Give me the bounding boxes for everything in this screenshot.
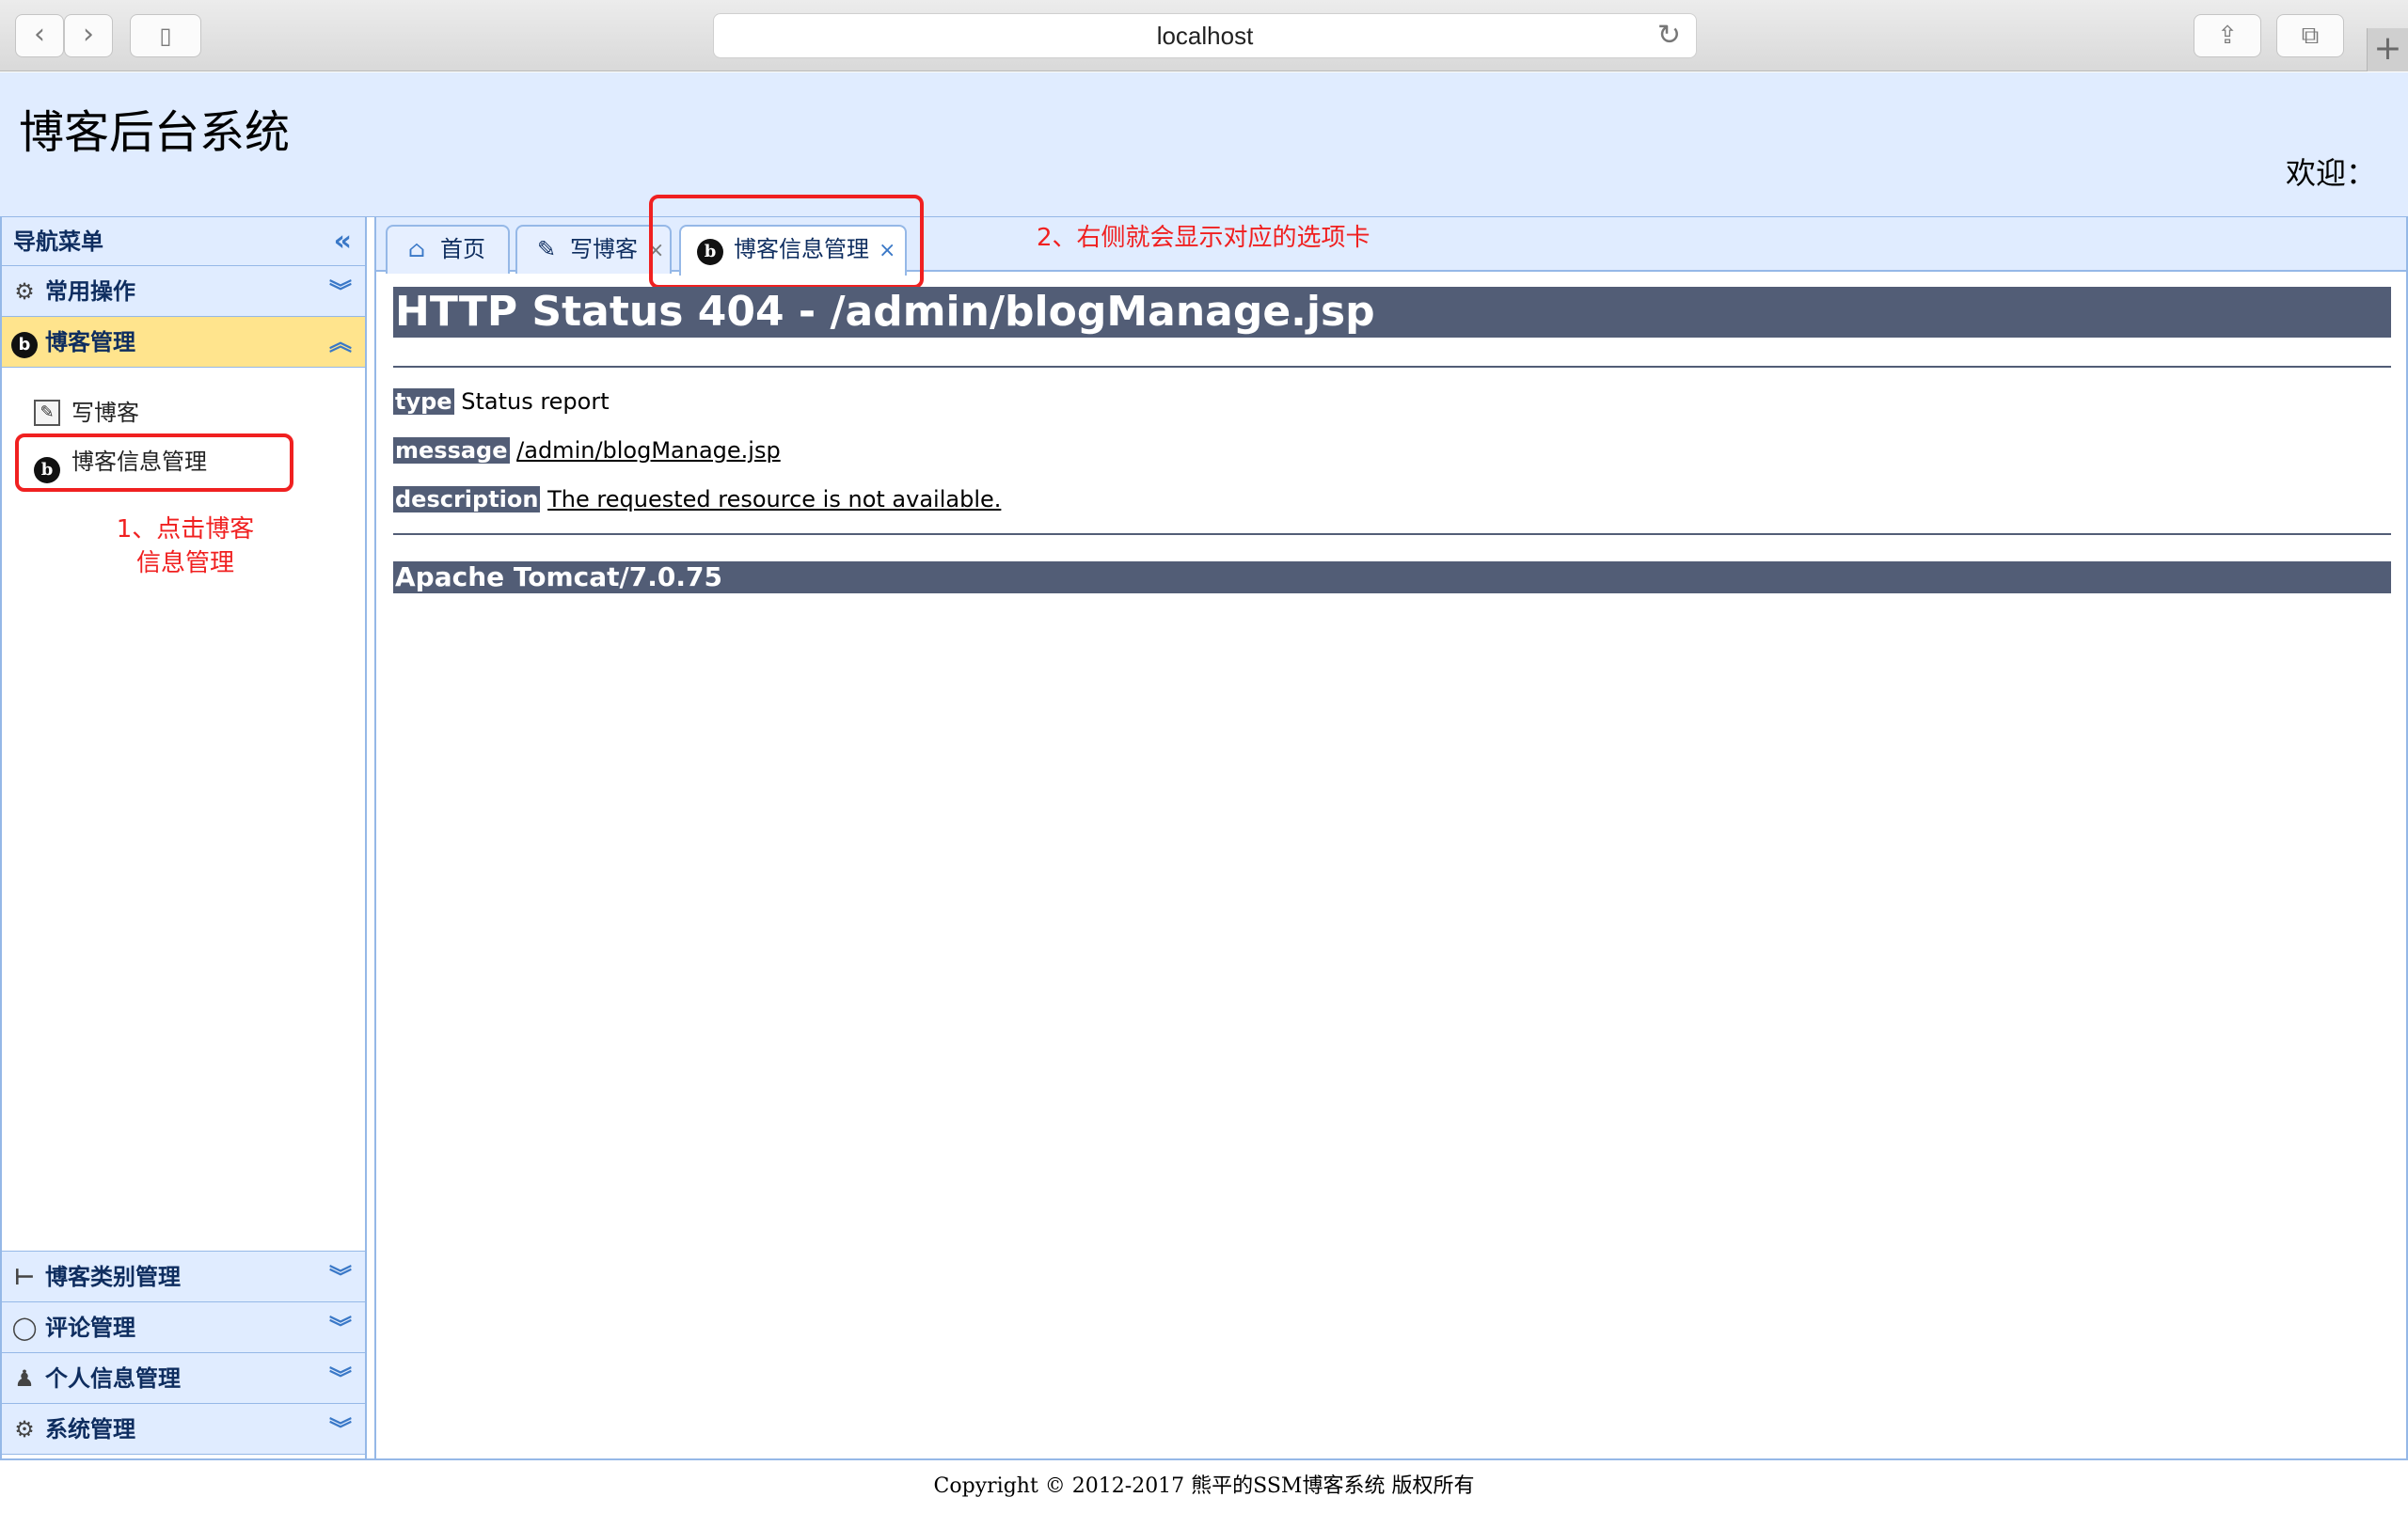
- annotation-step2: 2、右侧就会显示对应的选项卡: [1037, 224, 1370, 252]
- divider: [393, 533, 2391, 535]
- tab-label: 写博客: [570, 236, 638, 262]
- chevron-right-icon: ›: [83, 18, 94, 51]
- nav-menu-title-label: 导航菜单: [13, 229, 103, 255]
- expand-down-icon[interactable]: ︾: [329, 1252, 352, 1302]
- chevron-left-icon: ‹: [34, 18, 45, 51]
- expand-down-icon[interactable]: ︾: [329, 1353, 352, 1404]
- message-label: message: [393, 437, 510, 464]
- tab-label: 首页: [440, 236, 485, 262]
- divider: [393, 366, 2391, 368]
- home-icon: ⌂: [407, 236, 426, 262]
- annotation-highlight-box: [15, 433, 293, 492]
- expand-down-icon[interactable]: ︾: [329, 1404, 352, 1455]
- section-label: 个人信息管理: [45, 1365, 181, 1392]
- menu-item-write-blog[interactable]: ✎ 写博客: [34, 394, 139, 432]
- annotation-tab-highlight-box: [649, 195, 924, 289]
- section-label: 系统管理: [45, 1416, 135, 1442]
- app-header: 博客后台系统 欢迎：: [0, 72, 2408, 217]
- reload-icon[interactable]: ↻: [1657, 14, 1681, 57]
- collapse-up-icon[interactable]: ︽: [329, 317, 352, 368]
- server-info: Apache Tomcat/7.0.75: [393, 561, 2391, 593]
- tab-home[interactable]: ⌂ 首页: [386, 225, 510, 274]
- sidebar: 导航菜单 « ⚙ 常用操作 ︾ b 博客管理 ︽ ✎ 写博客 b 博客信息管理 …: [0, 217, 367, 1458]
- user-icon: ♟: [14, 1365, 35, 1392]
- section-label: 常用操作: [45, 278, 135, 305]
- section-label: 评论管理: [45, 1315, 135, 1341]
- collapse-left-icon[interactable]: «: [334, 217, 352, 266]
- blog-icon: b: [11, 329, 38, 358]
- error-page: HTTP Status 404 - /admin/blogManage.jsp …: [393, 287, 2391, 593]
- section-blog-management[interactable]: b 博客管理 ︽: [2, 317, 365, 368]
- tabs-overview-button[interactable]: ⧉: [2276, 14, 2344, 57]
- annotation-step1-line1: 1、点击博客: [116, 515, 255, 544]
- description-label: description: [393, 486, 541, 512]
- system-icon: ⚙: [14, 1416, 35, 1442]
- main-panel: ⌂ 首页 ✎ 写博客 × b 博客信息管理 × 2、右侧就会显示对应的选项卡 HTT…: [374, 195, 2408, 1458]
- sidebar-icon: ▯: [159, 23, 172, 49]
- section-blog-category-management[interactable]: ⊢ 博客类别管理 ︾: [2, 1252, 365, 1302]
- copyright-footer: Copyright © 2012-2017 熊平的SSM博客系统 版权所有: [0, 1458, 2408, 1505]
- expand-down-icon[interactable]: ︾: [329, 266, 352, 317]
- description-value: The requested resource is not available.: [547, 486, 1002, 512]
- section-comment-management[interactable]: ◯ 评论管理 ︾: [2, 1302, 365, 1353]
- error-type-row: type Status report: [393, 386, 2391, 417]
- welcome-text: 欢迎：: [2285, 155, 2376, 191]
- section-personal-info-management[interactable]: ♟ 个人信息管理 ︾: [2, 1353, 365, 1404]
- blog-management-panel: ✎ 写博客 b 博客信息管理 1、点击博客 信息管理: [2, 368, 365, 1252]
- forward-button[interactable]: ›: [64, 14, 113, 57]
- comment-icon: ◯: [11, 1315, 38, 1341]
- plus-icon: +: [2373, 29, 2402, 68]
- nav-menu-title: 导航菜单 «: [2, 217, 365, 266]
- expand-down-icon[interactable]: ︾: [329, 1302, 352, 1353]
- share-icon: ⇪: [2217, 22, 2238, 50]
- tabs-icon: ⧉: [2301, 22, 2320, 50]
- annotation-step1-line2: 信息管理: [135, 549, 234, 577]
- back-button[interactable]: ‹: [15, 14, 64, 57]
- address-bar[interactable]: localhost ↻: [713, 13, 1697, 58]
- section-system-management[interactable]: ⚙ 系统管理 ︾: [2, 1404, 365, 1455]
- error-description-row: description The requested resource is no…: [393, 484, 2391, 514]
- edit-icon: ✎: [536, 236, 557, 262]
- edit-icon: ✎: [34, 400, 60, 426]
- type-label: type: [393, 388, 454, 415]
- url-text: localhost: [1156, 22, 1254, 50]
- tree-icon: ⊢: [14, 1264, 35, 1290]
- share-button[interactable]: ⇪: [2194, 14, 2261, 57]
- error-message-row: message /admin/blogManage.jsp: [393, 435, 2391, 465]
- page-title: 博客后台系统: [19, 106, 291, 159]
- message-value: /admin/blogManage.jsp: [516, 437, 781, 464]
- menu-item-label: 写博客: [71, 400, 139, 426]
- section-label: 博客管理: [45, 329, 135, 355]
- annotation-step1: 1、点击博客 信息管理: [77, 512, 293, 580]
- type-value: Status report: [461, 388, 610, 415]
- new-tab-button[interactable]: +: [2367, 28, 2408, 71]
- sidebar-toggle-button[interactable]: ▯: [130, 14, 201, 57]
- section-common-ops[interactable]: ⚙ 常用操作 ︾: [2, 266, 365, 317]
- gear-icon: ⚙: [14, 278, 35, 305]
- section-label: 博客类别管理: [45, 1264, 181, 1290]
- error-title: HTTP Status 404 - /admin/blogManage.jsp: [393, 287, 2391, 338]
- browser-toolbar: ‹ › ▯ localhost ↻ ⇪ ⧉ +: [0, 0, 2408, 71]
